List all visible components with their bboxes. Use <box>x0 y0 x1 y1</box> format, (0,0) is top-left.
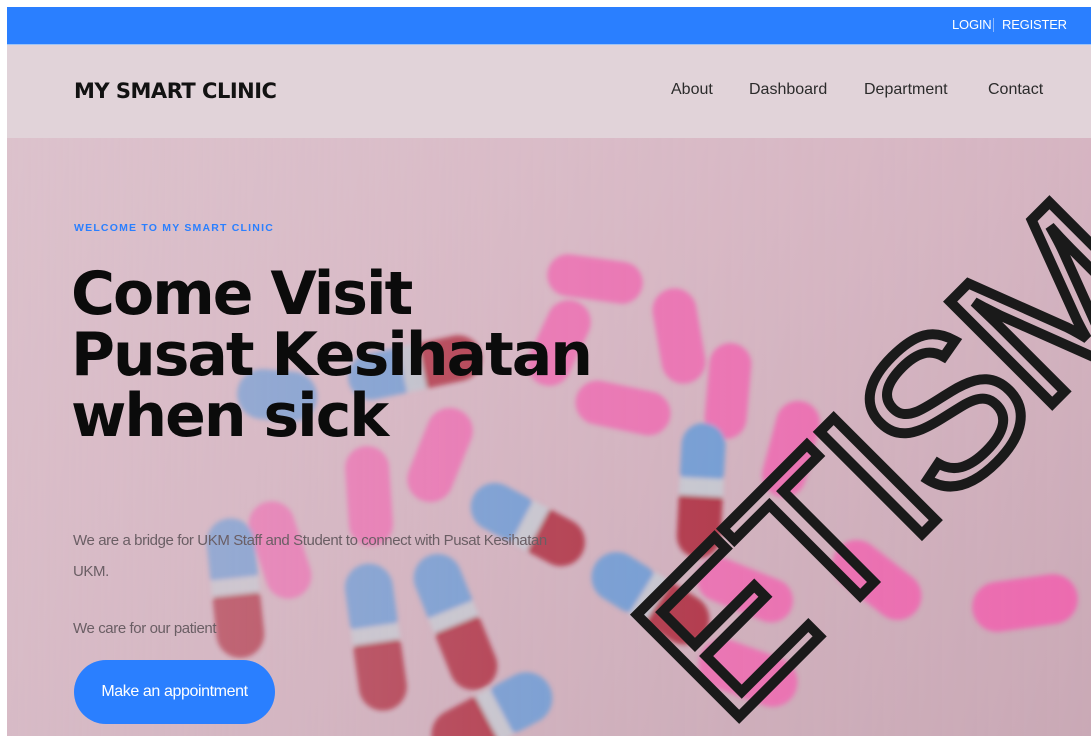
nav-link-dashboard[interactable]: Dashboard <box>749 81 827 99</box>
hero-headline-line-1: Come Visit <box>71 259 413 329</box>
hero-headline: Come Visit Pusat Kesihatan when sick <box>71 259 593 451</box>
top-bar: LOGIN REGISTER <box>7 7 1091 45</box>
hero-description: We are a bridge for UKM Staff and Studen… <box>73 532 547 580</box>
nav-link-department[interactable]: Department <box>864 81 948 99</box>
nav-link-about[interactable]: About <box>671 81 713 99</box>
page-frame: LOGIN REGISTER MY SMART CLINIC About Das… <box>7 7 1091 736</box>
brand-logo[interactable]: MY SMART CLINIC <box>74 79 277 103</box>
top-bar-separator <box>993 18 994 32</box>
hero-headline-line-3: when sick <box>71 381 389 451</box>
hero-eyebrow: WELCOME TO MY SMART CLINIC <box>74 222 274 234</box>
register-link[interactable]: REGISTER <box>1002 17 1067 32</box>
nav-link-contact[interactable]: Contact <box>988 81 1043 99</box>
login-link[interactable]: LOGIN <box>952 17 992 32</box>
hero-section: WELCOME TO MY SMART CLINIC Come Visit Pu… <box>7 138 1091 736</box>
hero-headline-line-2: Pusat Kesihatan <box>71 320 593 390</box>
hero-tagline: We care for our patient <box>73 620 217 637</box>
main-navbar: MY SMART CLINIC About Dashboard Departme… <box>7 45 1091 138</box>
make-appointment-button[interactable]: Make an appointment <box>74 660 275 724</box>
